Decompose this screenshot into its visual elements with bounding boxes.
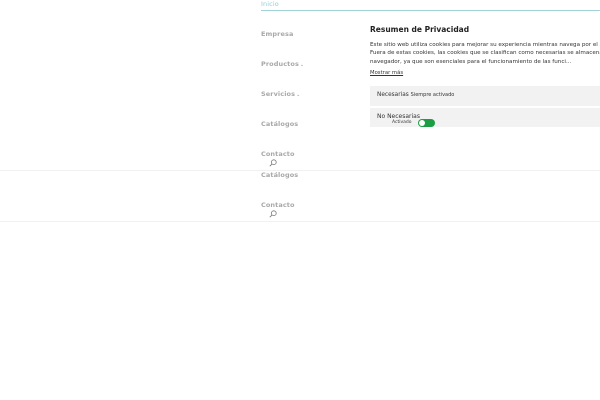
toggle-label: Activado xyxy=(392,120,412,125)
nav-empresa[interactable]: Empresa xyxy=(261,30,293,38)
non-necessary-label: No Necesarias xyxy=(377,113,420,120)
nav-catalogos-duplicate[interactable]: Catálogos xyxy=(261,171,298,179)
always-enabled-status: Siempre activado xyxy=(410,92,455,98)
non-necessary-cookies-section[interactable]: No Necesarias Activado xyxy=(370,108,600,127)
nav-label: Servicios xyxy=(261,90,296,98)
nav-inicio[interactable]: Inicio xyxy=(261,0,279,8)
description-line: Este sitio web utiliza cookies para mejo… xyxy=(370,42,600,48)
nav-underline xyxy=(261,10,600,11)
show-more-link[interactable]: Mostrar más xyxy=(370,70,403,76)
chevron-down-icon: ⌄ xyxy=(299,62,305,68)
nav-catalogos[interactable]: Catálogos xyxy=(261,120,298,128)
description-line: navegador, ya que son esenciales para el… xyxy=(370,58,572,65)
privacy-title: Resumen de Privacidad xyxy=(370,25,470,34)
nav-contacto[interactable]: Contacto xyxy=(261,150,295,158)
non-necessary-toggle[interactable] xyxy=(418,119,435,127)
privacy-description: Este sitio web utiliza cookies para mejo… xyxy=(370,41,600,66)
nav-productos[interactable]: Productos⌄ xyxy=(261,60,304,68)
search-icon[interactable] xyxy=(269,210,277,218)
necessary-cookies-section[interactable]: Necesarias Siempre activado xyxy=(370,86,600,106)
chevron-down-icon: ⌄ xyxy=(296,92,301,98)
nav-contacto-duplicate[interactable]: Contacto xyxy=(261,201,295,209)
divider xyxy=(0,221,600,222)
search-icon[interactable] xyxy=(269,159,277,167)
divider xyxy=(0,170,600,171)
nav-label: Productos xyxy=(261,60,299,68)
nav-servicios[interactable]: Servicios⌄ xyxy=(261,90,300,98)
description-line: Fuera de estas cookies, las cookies que … xyxy=(370,50,600,57)
necessary-label: Necesarias xyxy=(377,92,409,98)
